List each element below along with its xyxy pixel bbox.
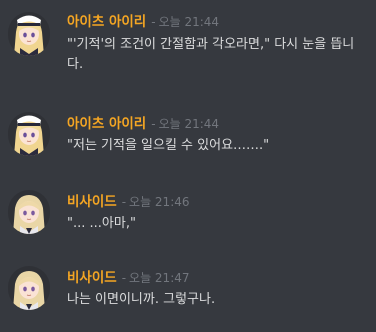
separator: - (121, 195, 127, 209)
message-header: 아이츠 아이리 - 오늘 21:44 (67, 12, 219, 30)
avatar[interactable] (8, 266, 50, 310)
author-name[interactable]: 비사이드 (67, 270, 117, 286)
timestamp: 오늘 21:44 (158, 117, 220, 131)
message-header: 비사이드 - 오늘 21:46 (67, 192, 190, 210)
separator: - (151, 15, 156, 29)
timestamp: 오늘 21:44 (158, 15, 220, 29)
avatar[interactable] (8, 190, 50, 234)
message-text: "저는 기적을 일으킬 수 있어요……." (67, 138, 270, 153)
timestamp: 오늘 21:46 (129, 195, 190, 209)
avatar[interactable] (8, 12, 50, 56)
message-header: 비사이드 - 오늘 21:47 (67, 268, 190, 286)
author-name[interactable]: 아이츠 아이리 (67, 14, 146, 30)
message-text: 나는 이면이니까. 그렇구나. (67, 292, 216, 307)
message-header: 아이츠 아이리 - 오늘 21:44 (67, 114, 219, 132)
chat-message-list: 아이츠 아이리 - 오늘 21:44 "'기적'의 조건이 간절함과 각오라면," … (0, 0, 376, 332)
message-text: "'기적'의 조건이 간절함과 각오라면," 다시 눈을 뜹니다. (67, 37, 355, 72)
author-name[interactable]: 아이츠 아이리 (67, 116, 146, 132)
avatar[interactable] (8, 112, 50, 156)
separator: - (151, 117, 156, 131)
message-text: "... ...아마," (67, 216, 136, 231)
author-name[interactable]: 비사이드 (67, 194, 117, 210)
timestamp: 오늘 21:47 (129, 271, 190, 285)
separator: - (121, 271, 127, 285)
